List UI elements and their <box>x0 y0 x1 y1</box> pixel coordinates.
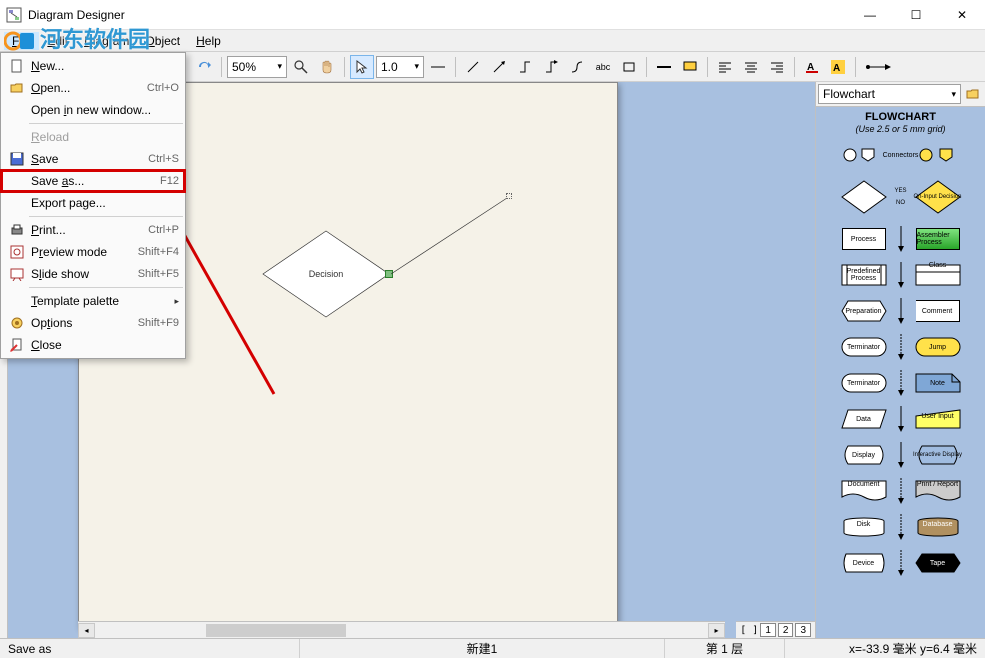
align-right-button[interactable] <box>765 55 789 79</box>
menu-preview-mode[interactable]: Preview modeShift+F4 <box>1 241 185 263</box>
text-tool-button[interactable]: abc <box>591 55 615 79</box>
scroll-thumb[interactable] <box>206 624 346 637</box>
palette-database[interactable]: Database <box>913 512 963 542</box>
status-layer: 第 1 层 <box>665 639 785 658</box>
decision-shape[interactable]: Decision <box>261 229 391 319</box>
scroll-right-button[interactable]: ▸ <box>708 623 725 638</box>
menu-export-page[interactable]: Export page... <box>1 192 185 214</box>
menu-diagram[interactable]: Diagram <box>76 32 137 50</box>
status-coords: x=-33.9 毫米 y=6.4 毫米 <box>785 639 985 658</box>
palette-comment[interactable]: Comment <box>913 296 963 326</box>
menu-open-new-window[interactable]: Open in new window... <box>1 99 185 121</box>
window-title: Diagram Designer <box>28 8 847 22</box>
palette-assembler-process[interactable]: Assembler Process <box>913 224 963 254</box>
template-palette: Flowchart FLOWCHART (Use 2.5 or 5 mm gri… <box>815 82 985 638</box>
line-tool-button[interactable] <box>461 55 485 79</box>
zoom-select[interactable]: 50% <box>227 56 287 78</box>
palette-device[interactable]: Device <box>839 548 889 578</box>
linestyle-button[interactable] <box>426 55 450 79</box>
palette-jump[interactable]: Jump <box>913 332 963 362</box>
svg-text:A: A <box>833 63 840 74</box>
arrow-tool-button[interactable] <box>487 55 511 79</box>
hand-tool-button[interactable] <box>315 55 339 79</box>
palette-note[interactable]: Note <box>913 368 963 398</box>
palette-open-button[interactable] <box>963 84 983 104</box>
menu-object[interactable]: Object <box>137 32 188 50</box>
page-tab-3[interactable]: 3 <box>795 623 811 637</box>
app-icon <box>6 7 22 23</box>
shape-label: Decision <box>309 269 344 279</box>
palette-predefined-process[interactable]: Predefined Process <box>839 260 889 290</box>
line-endpoint-handle[interactable] <box>506 193 512 199</box>
page-tab-1[interactable]: 1 <box>760 623 776 637</box>
palette-preparation[interactable]: Preparation <box>839 296 889 326</box>
connector1-tool-button[interactable] <box>513 55 537 79</box>
menu-open[interactable]: Open...Ctrl+O <box>1 77 185 99</box>
palette-body[interactable]: FLOWCHART (Use 2.5 or 5 mm grid) Connect… <box>816 107 985 638</box>
palette-subtitle: (Use 2.5 or 5 mm grid) <box>820 124 981 134</box>
fill-color-button[interactable] <box>678 55 702 79</box>
palette-terminator2[interactable]: Terminator <box>839 368 889 398</box>
text-color-button[interactable]: A <box>800 55 824 79</box>
rect-tool-button[interactable] <box>617 55 641 79</box>
palette-class[interactable]: Class <box>913 260 963 290</box>
titlebar: Diagram Designer — ☐ ✕ <box>0 0 985 30</box>
statusbar: Save as 新建1 第 1 层 x=-33.9 毫米 y=6.4 毫米 <box>0 638 985 658</box>
links-button[interactable] <box>861 55 895 79</box>
menu-save[interactable]: SaveCtrl+S <box>1 148 185 170</box>
palette-decision[interactable] <box>839 176 889 218</box>
horizontal-scrollbar[interactable]: ◂ ▸ <box>78 621 725 638</box>
text-bg-button[interactable]: A <box>826 55 850 79</box>
page-tab-2[interactable]: 2 <box>778 623 794 637</box>
minimize-button[interactable]: — <box>847 0 893 30</box>
maximize-button[interactable]: ☐ <box>893 0 939 30</box>
palette-title: FLOWCHART <box>820 111 981 123</box>
palette-user-input[interactable]: User Input <box>913 404 963 434</box>
menu-edit[interactable]: Edit <box>39 32 76 50</box>
menu-options[interactable]: OptionsShift+F9 <box>1 312 185 334</box>
redo-button[interactable] <box>192 55 216 79</box>
align-left-button[interactable] <box>713 55 737 79</box>
zoom-tool-button[interactable] <box>289 55 313 79</box>
palette-interactive-display[interactable]: Interactive Display <box>913 440 963 470</box>
menubar: File Edit Diagram Object Help <box>0 30 985 52</box>
connector-line[interactable] <box>391 195 511 277</box>
palette-document[interactable]: Document <box>839 476 889 506</box>
status-hint: Save as <box>0 639 300 658</box>
align-center-button[interactable] <box>739 55 763 79</box>
menu-print[interactable]: Print...Ctrl+P <box>1 219 185 241</box>
menu-new[interactable]: New... <box>1 55 185 77</box>
palette-oninput-decision[interactable]: On-Input Decision <box>913 176 963 218</box>
page-tabs: [ ] 1 2 3 <box>736 621 815 638</box>
menu-help[interactable]: Help <box>188 32 229 50</box>
palette-display[interactable]: Display <box>839 440 889 470</box>
pointer-tool-button[interactable] <box>350 55 374 79</box>
scroll-left-button[interactable]: ◂ <box>78 623 95 638</box>
connector2-tool-button[interactable] <box>539 55 563 79</box>
menu-file[interactable]: File <box>4 32 39 50</box>
palette-terminator[interactable]: Terminator <box>839 332 889 362</box>
palette-select[interactable]: Flowchart <box>818 84 961 104</box>
menu-template-palette[interactable]: Template palette▸ <box>1 290 185 312</box>
file-menu-dropdown: New... Open...Ctrl+O Open in new window.… <box>0 52 186 359</box>
palette-data[interactable]: Data <box>839 404 889 434</box>
line-width-select[interactable]: 1.0 <box>376 56 424 78</box>
curve-tool-button[interactable] <box>565 55 589 79</box>
palette-connector-end[interactable] <box>913 140 963 170</box>
palette-disk[interactable]: Disk <box>839 512 889 542</box>
line-color-button[interactable] <box>652 55 676 79</box>
menu-reload: Reload <box>1 126 185 148</box>
close-button[interactable]: ✕ <box>939 0 985 30</box>
palette-process[interactable]: Process <box>839 224 889 254</box>
menu-close[interactable]: Close <box>1 334 185 356</box>
status-doc: 新建1 <box>300 639 665 658</box>
menu-save-as[interactable]: Save as...F12 <box>1 170 185 192</box>
palette-connector-start[interactable] <box>839 140 889 170</box>
palette-tape[interactable]: Tape <box>913 548 963 578</box>
palette-print[interactable]: Print / Report <box>913 476 963 506</box>
menu-slide-show[interactable]: Slide showShift+F5 <box>1 263 185 285</box>
